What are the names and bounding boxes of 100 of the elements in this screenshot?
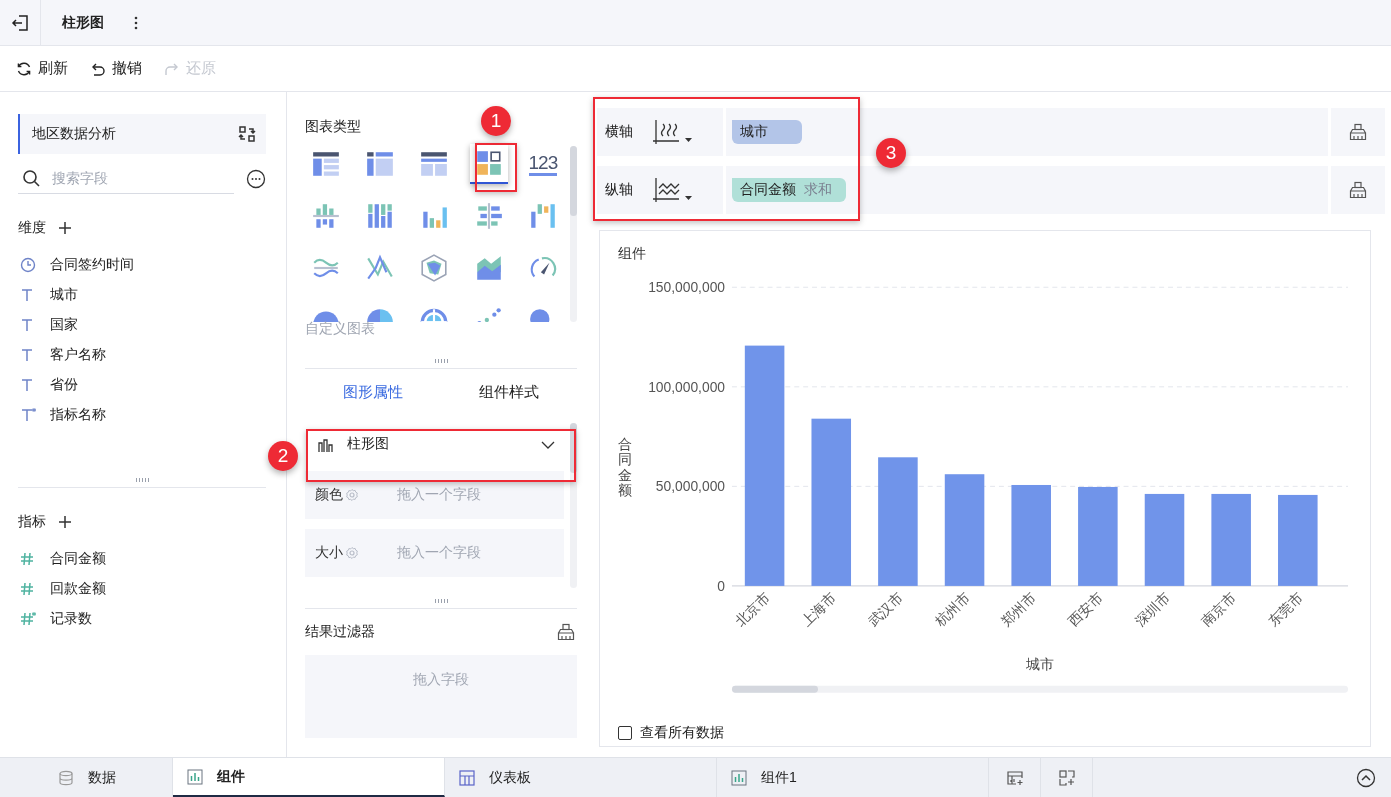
mark-drop-zone[interactable]: 大小 拖入一个字段 — [305, 529, 564, 577]
bar-chart-icon — [731, 769, 747, 786]
drop-placeholder: 拖入字段 — [413, 671, 469, 689]
step-badge: 2 — [268, 441, 298, 471]
scrollbar[interactable] — [570, 423, 577, 588]
bar[interactable] — [1011, 484, 1051, 586]
field-item[interactable]: 客户名称 — [50, 346, 106, 364]
pill-label: 合同金额 — [740, 181, 796, 199]
more-icon[interactable] — [134, 15, 138, 30]
scroll-thumb[interactable] — [731, 685, 818, 693]
section-title: 维度 — [18, 219, 46, 237]
x-tick-label: 深圳市 — [1131, 588, 1173, 630]
bottom-tab[interactable]: 仪表板 — [445, 758, 717, 797]
bar[interactable] — [944, 474, 985, 586]
number-type-icon — [20, 551, 36, 567]
refresh-button[interactable]: 刷新 — [16, 59, 68, 78]
field-pill[interactable]: 合同金额 求和 — [732, 178, 846, 202]
y-tick-label: 100,000,000 — [648, 378, 726, 395]
mark-label: 大小 — [315, 544, 343, 562]
add-chart-icon — [1006, 769, 1023, 786]
y-tick-label: 50,000,000 — [655, 478, 726, 495]
refresh-icon — [16, 60, 32, 77]
page-title: 柱形图 — [62, 13, 104, 32]
panel-tab[interactable]: 图形属性 — [305, 381, 441, 403]
dataset-name: 地区数据分析 — [32, 125, 116, 143]
x-axis-title: 城市 — [1026, 656, 1055, 672]
switch-icon[interactable] — [238, 125, 256, 143]
collapse-icon[interactable] — [1356, 767, 1376, 788]
x-tick-label: 武汉市 — [864, 588, 906, 630]
widget-title: 组件 — [618, 245, 647, 263]
drop-placeholder: 拖入一个字段 — [397, 486, 481, 504]
axis-label: 纵轴 — [605, 181, 633, 199]
bar-chart-icon — [317, 437, 333, 453]
field-pill[interactable]: 城市 — [732, 120, 802, 144]
number-type-icon — [20, 581, 36, 597]
x-tick-label: 东莞市 — [1264, 588, 1306, 630]
aggregation-label: 求和 — [804, 181, 832, 199]
step-badge: 1 — [481, 106, 511, 136]
axis-chart-icon[interactable] — [651, 176, 695, 204]
field-item[interactable]: 合同金额 — [50, 550, 106, 568]
axis-chart-icon[interactable] — [651, 118, 695, 146]
section-title: 结果过滤器 — [305, 623, 375, 641]
exit-icon[interactable] — [11, 13, 29, 32]
x-tick-label: 西安市 — [1064, 588, 1106, 630]
highlight-frame — [475, 143, 517, 192]
clock-icon — [20, 257, 36, 273]
add-widget-icon — [1058, 769, 1075, 786]
field-item[interactable]: 国家 — [50, 316, 78, 334]
gear-icon[interactable] — [345, 546, 359, 560]
add-icon[interactable] — [58, 221, 72, 235]
bottom-tab[interactable]: 组件 — [173, 758, 445, 797]
field-item[interactable]: 指标名称 — [50, 406, 106, 424]
drop-placeholder: 拖入一个字段 — [397, 544, 481, 562]
calculated-number-icon — [20, 611, 36, 627]
more-icon[interactable] — [246, 168, 266, 189]
axis-label: 横轴 — [605, 123, 633, 141]
brush-icon[interactable] — [557, 623, 575, 641]
mark-label: 颜色 — [315, 486, 343, 504]
scrollbar[interactable] — [570, 146, 577, 322]
bar[interactable] — [1144, 493, 1185, 586]
x-tick-label: 上海市 — [798, 588, 840, 630]
pill-label: 城市 — [740, 123, 768, 141]
bar-chart-icon — [187, 768, 203, 785]
section-title: 图表类型 — [305, 118, 361, 136]
brush-icon[interactable] — [1349, 181, 1367, 199]
field-item[interactable]: 合同签约时间 — [50, 256, 134, 274]
x-tick-label: 南京市 — [1198, 588, 1240, 630]
field-item[interactable]: 回款金额 — [50, 580, 106, 598]
section-title: 指标 — [18, 513, 46, 531]
checkbox[interactable] — [618, 726, 632, 740]
panel-tab[interactable]: 组件样式 — [441, 381, 577, 403]
add-icon[interactable] — [58, 515, 72, 529]
bar[interactable] — [744, 345, 785, 586]
bar[interactable] — [1278, 494, 1318, 586]
number-card-option[interactable]: 123 — [528, 152, 558, 176]
field-item[interactable]: 城市 — [50, 286, 78, 304]
calculated-text-icon — [20, 407, 36, 423]
mark-drop-zone[interactable]: 颜色 拖入一个字段 — [305, 471, 564, 519]
chart-kind-dropdown[interactable]: 柱形图 — [305, 415, 564, 461]
gear-icon[interactable] — [345, 488, 359, 502]
field-item[interactable]: 省份 — [50, 376, 78, 394]
x-tick-label: 杭州市 — [931, 588, 973, 630]
field-item[interactable]: 记录数 — [50, 610, 92, 628]
database-icon — [58, 769, 74, 786]
bar[interactable] — [1211, 493, 1251, 586]
x-tick-label: 郑州市 — [998, 588, 1040, 630]
dataset-card[interactable]: 地区数据分析 — [18, 114, 266, 154]
chart-type-icon[interactable] — [469, 144, 508, 184]
grid-icon — [459, 769, 475, 786]
y-axis-title: 合同金额 — [618, 437, 632, 499]
bottom-tab[interactable]: 组件1 — [717, 758, 989, 797]
search-field[interactable]: 搜索字段 — [50, 169, 214, 187]
search-icon — [22, 169, 40, 187]
y-tick-label: 0 — [717, 577, 726, 594]
brush-icon[interactable] — [1349, 123, 1367, 141]
y-tick-label: 150,000,000 — [648, 279, 726, 296]
x-tick-label: 北京市 — [731, 588, 773, 630]
bar[interactable] — [811, 418, 852, 586]
checkbox-label: 查看所有数据 — [640, 724, 724, 742]
undo-button[interactable]: 撤销 — [90, 59, 142, 78]
